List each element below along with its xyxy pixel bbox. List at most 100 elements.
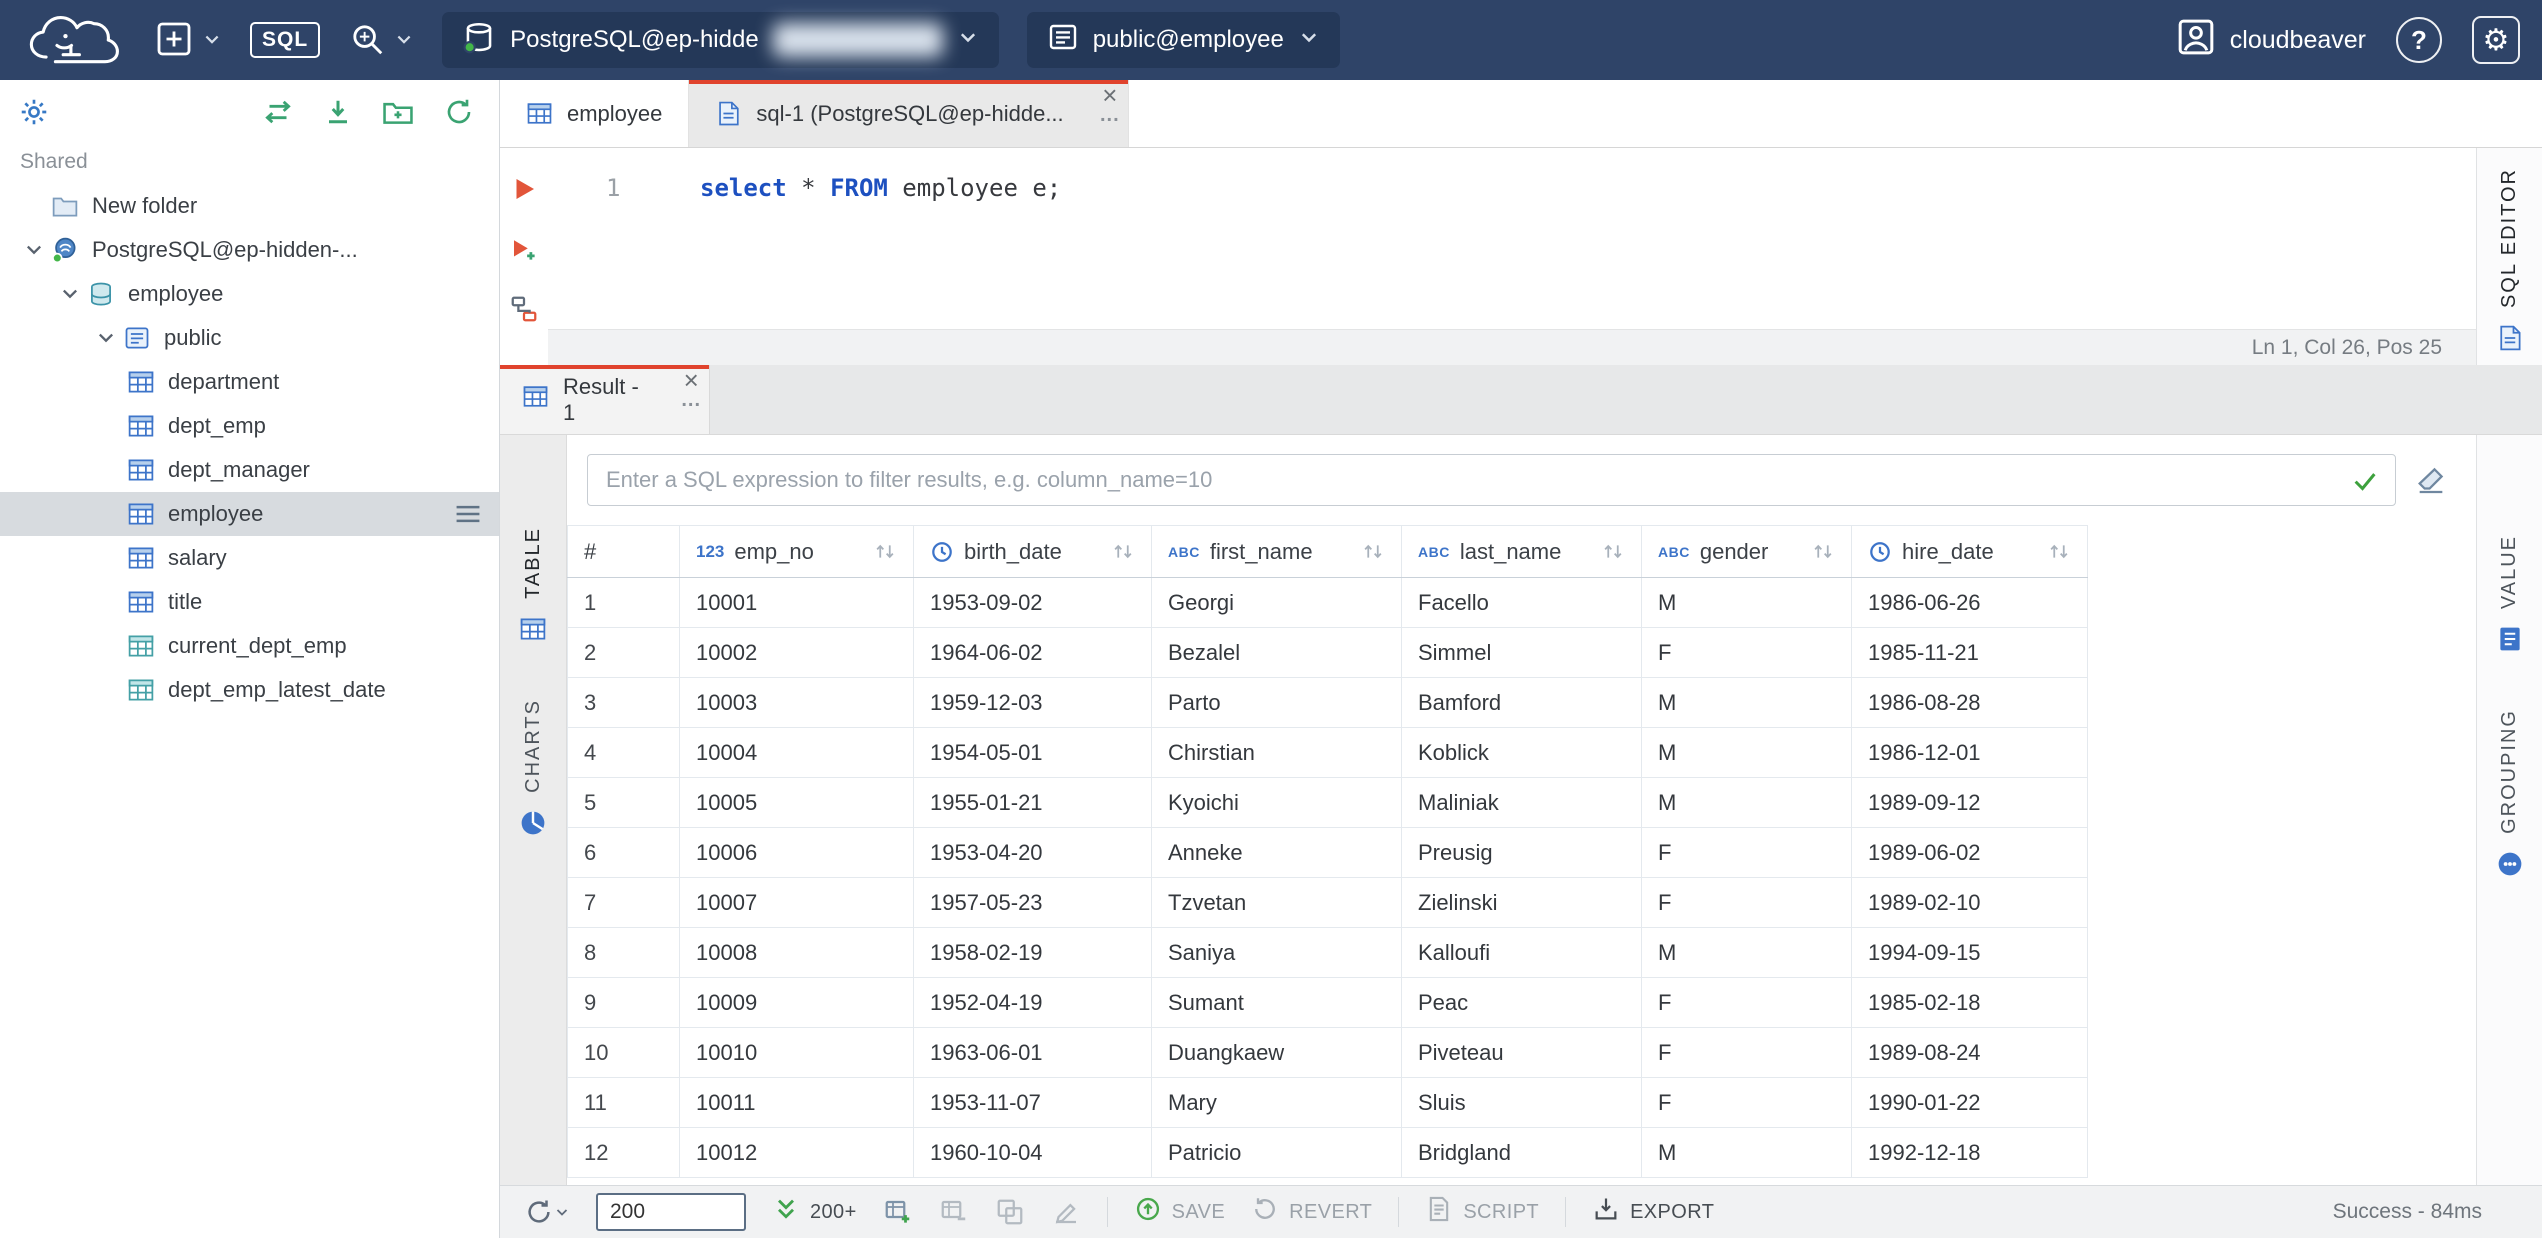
grid-cell[interactable]: Georgi (1151, 577, 1402, 628)
grid-cell[interactable]: Koblick (1401, 727, 1642, 778)
grid-cell[interactable]: 10009 (679, 977, 914, 1028)
tab-sql-editor-panel[interactable]: SQL EDITOR (2496, 168, 2524, 352)
grid-cell[interactable]: Tzvetan (1151, 877, 1402, 928)
grid-cell[interactable]: 1953-11-07 (913, 1077, 1152, 1128)
grid-cell[interactable]: 1954-05-01 (913, 727, 1152, 778)
tab-table-view[interactable]: TABLE (519, 527, 547, 643)
filter-input[interactable] (587, 454, 2396, 506)
grid-cell[interactable]: 1992-12-18 (1851, 1127, 2088, 1178)
fetch-more-button[interactable]: 200+ (772, 1195, 857, 1229)
grid-cell[interactable]: 1985-11-21 (1851, 627, 2088, 678)
row-number-cell[interactable]: 12 (567, 1127, 680, 1178)
grid-cell[interactable]: 1964-06-02 (913, 627, 1152, 678)
result-grid[interactable]: #123 emp_no birth_date ABC first_name ABC last… (567, 525, 2476, 1185)
grid-cell[interactable]: Mary (1151, 1077, 1402, 1128)
grid-cell[interactable]: Patricio (1151, 1127, 1402, 1178)
tree-item-salary[interactable]: salary (0, 536, 499, 580)
grid-cell[interactable]: F (1641, 827, 1852, 878)
grid-cell[interactable]: Kalloufi (1401, 927, 1642, 978)
tab-result-1[interactable]: Result - 1 × ... (500, 365, 710, 434)
save-button[interactable]: SAVE (1134, 1195, 1225, 1229)
grid-cell[interactable]: 10002 (679, 627, 914, 678)
collapse-all-icon[interactable] (323, 97, 353, 127)
chevron-down-icon[interactable] (54, 278, 86, 310)
tree-item-employee[interactable]: employee (0, 492, 499, 536)
column-header-hire_date[interactable]: hire_date (1851, 525, 2088, 578)
tab-more-button[interactable]: ... (681, 390, 701, 410)
grid-cell[interactable]: Duangkaew (1151, 1027, 1402, 1078)
tree-item-title[interactable]: title (0, 580, 499, 624)
cloudbeaver-logo[interactable] (22, 9, 126, 71)
delete-row-button[interactable] (939, 1197, 969, 1227)
grid-cell[interactable]: M (1641, 927, 1852, 978)
tree-item-employee[interactable]: employee (0, 272, 499, 316)
grid-cell[interactable]: M (1641, 677, 1852, 728)
sort-icon[interactable] (2047, 542, 2071, 561)
tab-value-panel[interactable]: VALUE (2496, 535, 2524, 653)
refresh-icon[interactable] (443, 96, 475, 128)
tree-item-dept_manager[interactable]: dept_manager (0, 448, 499, 492)
row-number-cell[interactable]: 2 (567, 627, 680, 678)
grid-cell[interactable]: 10008 (679, 927, 914, 978)
grid-cell[interactable]: Facello (1401, 577, 1642, 628)
grid-cell[interactable]: 10011 (679, 1077, 914, 1128)
sort-icon[interactable] (1811, 542, 1835, 561)
grid-cell[interactable]: 1960-10-04 (913, 1127, 1152, 1178)
grid-cell[interactable]: 1986-06-26 (1851, 577, 2088, 628)
user-menu[interactable]: cloudbeaver (2176, 17, 2366, 64)
sort-icon[interactable] (1111, 542, 1135, 561)
add-row-button[interactable] (883, 1197, 913, 1227)
grid-cell[interactable]: 10012 (679, 1127, 914, 1178)
grid-cell[interactable]: F (1641, 1027, 1852, 1078)
grid-cell[interactable]: 1986-12-01 (1851, 727, 2088, 778)
grid-cell[interactable]: Simmel (1401, 627, 1642, 678)
grid-cell[interactable]: 1989-09-12 (1851, 777, 2088, 828)
column-header-rownum[interactable]: # (567, 525, 680, 578)
execution-plan-button[interactable] (509, 294, 539, 324)
script-button[interactable]: SCRIPT (1425, 1195, 1539, 1229)
tree-item-postgresql-ep-hidden[interactable]: PostgreSQL@ep-hidden-... (0, 228, 499, 272)
edit-value-button[interactable] (1051, 1197, 1081, 1227)
row-number-cell[interactable]: 6 (567, 827, 680, 878)
grid-cell[interactable]: 1990-01-22 (1851, 1077, 2088, 1128)
sort-icon[interactable] (1601, 542, 1625, 561)
grid-cell[interactable]: 1963-06-01 (913, 1027, 1152, 1078)
grid-cell[interactable]: F (1641, 627, 1852, 678)
row-number-cell[interactable]: 1 (567, 577, 680, 628)
row-number-cell[interactable]: 11 (567, 1077, 680, 1128)
tree-item-dept_emp_latest_date[interactable]: dept_emp_latest_date (0, 668, 499, 712)
grid-cell[interactable]: M (1641, 777, 1852, 828)
column-header-last_name[interactable]: ABC last_name (1401, 525, 1642, 578)
clear-filter-icon[interactable] (2414, 463, 2448, 497)
grid-cell[interactable]: Saniya (1151, 927, 1402, 978)
column-header-gender[interactable]: ABC gender (1641, 525, 1852, 578)
grid-cell[interactable]: 1989-06-02 (1851, 827, 2088, 878)
tab-charts-view[interactable]: CHARTS (519, 699, 547, 837)
row-number-cell[interactable]: 10 (567, 1027, 680, 1078)
duplicate-row-button[interactable] (995, 1197, 1025, 1227)
grid-cell[interactable]: 10005 (679, 777, 914, 828)
grid-cell[interactable]: Preusig (1401, 827, 1642, 878)
grid-cell[interactable]: Anneke (1151, 827, 1402, 878)
tree-item-new-folder[interactable]: New folder (0, 184, 499, 228)
row-number-cell[interactable]: 5 (567, 777, 680, 828)
grid-cell[interactable]: 1955-01-21 (913, 777, 1152, 828)
grid-cell[interactable]: 1994-09-15 (1851, 927, 2088, 978)
tree-item-current_dept_emp[interactable]: current_dept_emp (0, 624, 499, 668)
item-menu-icon[interactable] (455, 504, 481, 524)
grid-cell[interactable]: 1958-02-19 (913, 927, 1152, 978)
row-number-cell[interactable]: 3 (567, 677, 680, 728)
grid-cell[interactable]: Peac (1401, 977, 1642, 1028)
apply-filter-icon[interactable] (2350, 466, 2380, 496)
column-header-emp_no[interactable]: 123 emp_no (679, 525, 914, 578)
grid-cell[interactable]: Parto (1151, 677, 1402, 728)
grid-cell[interactable]: 10006 (679, 827, 914, 878)
grid-cell[interactable]: 10010 (679, 1027, 914, 1078)
grid-cell[interactable]: Maliniak (1401, 777, 1642, 828)
connection-selector[interactable]: PostgreSQL@ep-hidde (442, 12, 999, 68)
row-number-cell[interactable]: 4 (567, 727, 680, 778)
sidebar-settings-gear-icon[interactable] (18, 96, 50, 128)
schema-selector[interactable]: public@employee (1026, 12, 1340, 68)
grid-cell[interactable]: Sumant (1151, 977, 1402, 1028)
export-button[interactable]: EXPORT (1592, 1195, 1714, 1229)
